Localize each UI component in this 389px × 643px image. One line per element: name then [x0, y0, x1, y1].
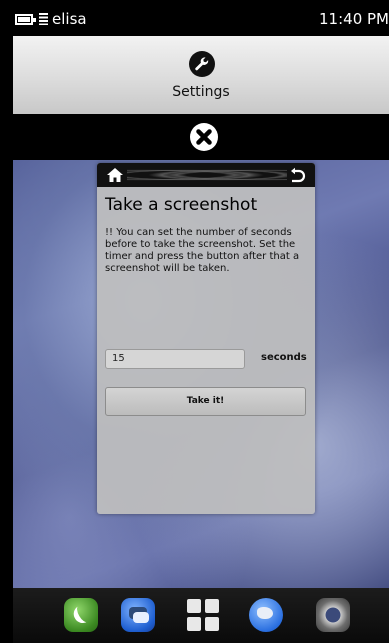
browser-app-icon[interactable]	[249, 598, 283, 632]
battery-icon	[15, 13, 36, 25]
carrier-name: elisa	[52, 10, 87, 28]
wrench-icon	[189, 51, 215, 77]
back-icon[interactable]	[288, 166, 306, 184]
close-strip	[13, 114, 389, 160]
status-left: elisa	[15, 10, 87, 28]
settings-header[interactable]: Settings	[13, 36, 389, 115]
close-icon[interactable]	[189, 122, 219, 152]
home-icon[interactable]	[106, 166, 124, 184]
seconds-input[interactable]: 15	[105, 349, 245, 369]
seconds-label: seconds	[261, 352, 307, 363]
screen-content: elisa 11:40 PM Settings Take a screensho…	[13, 0, 389, 643]
screenshot-dialog: Take a screenshot !! You can set the num…	[97, 163, 315, 514]
apps-grid-icon[interactable]	[186, 598, 220, 632]
status-bar: elisa 11:40 PM	[13, 0, 389, 36]
left-bezel	[0, 0, 13, 643]
take-it-button[interactable]: Take it!	[105, 387, 306, 416]
signal-icon	[39, 13, 48, 25]
status-time: 11:40 PM	[319, 10, 389, 28]
dialog-description: !! You can set the number of seconds bef…	[105, 227, 300, 274]
decorative-chain	[127, 168, 287, 182]
phone-screen: elisa 11:40 PM Settings Take a screensho…	[0, 0, 389, 643]
camera-app-icon[interactable]	[316, 598, 350, 632]
settings-title: Settings	[172, 84, 230, 100]
dialog-nav-bar	[97, 163, 315, 187]
phone-app-icon[interactable]	[64, 598, 98, 632]
dialog-title: Take a screenshot	[105, 195, 258, 215]
app-dock	[13, 588, 389, 643]
messaging-app-icon[interactable]	[121, 598, 155, 632]
